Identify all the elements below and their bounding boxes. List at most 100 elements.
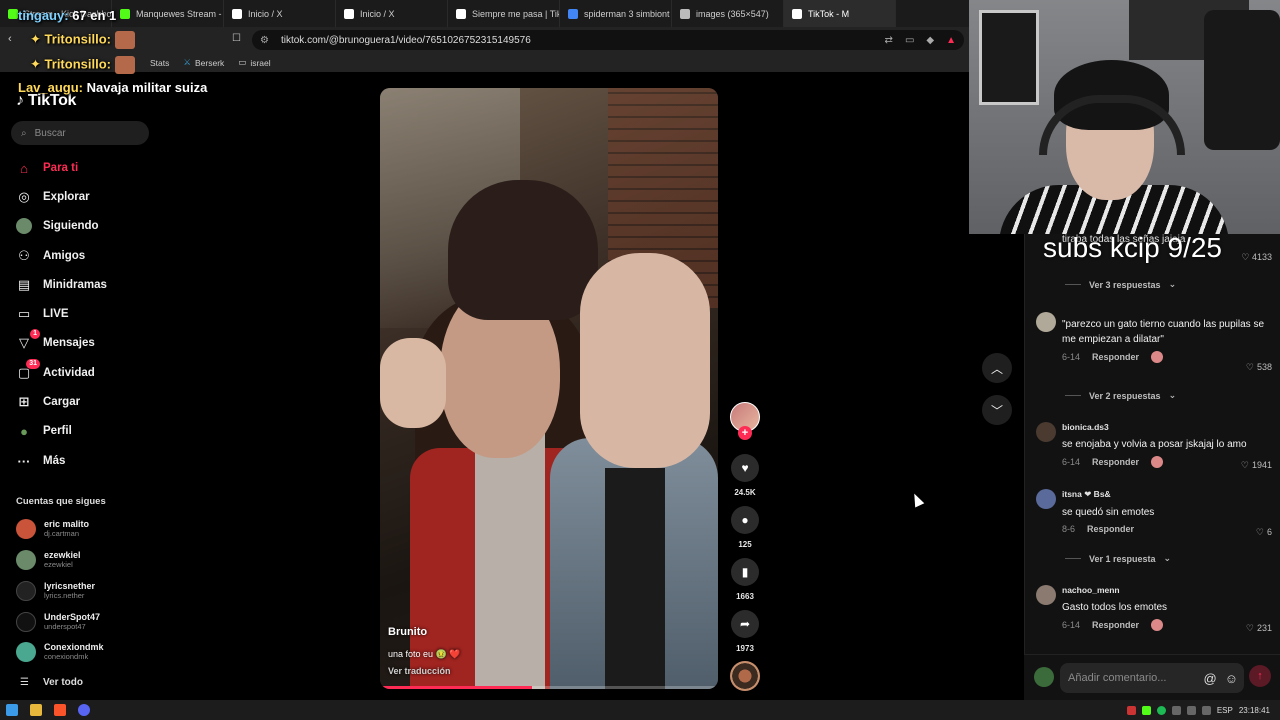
nav-para-ti[interactable]: ⌂ Para ti: [16, 160, 78, 176]
mention-icon[interactable]: @: [1204, 671, 1217, 686]
avatar[interactable]: [1036, 489, 1056, 509]
comment-text: se quedó sin emotes: [1062, 507, 1155, 518]
windows-start-icon[interactable]: [6, 704, 18, 716]
avatar[interactable]: [1036, 312, 1056, 332]
video-person2-head: [580, 253, 710, 468]
follow-plus-icon[interactable]: +: [738, 426, 752, 440]
globe-icon: [680, 8, 690, 19]
friends-icon: ⚇: [18, 248, 30, 263]
following-account[interactable]: Conexiondmk conexiondmk: [16, 642, 104, 662]
browser-tab[interactable]: spiderman 3 simbiont: [560, 0, 672, 27]
spotify-icon[interactable]: [1156, 705, 1166, 715]
tiktok-logo-icon: [792, 8, 802, 19]
nav-minidramas[interactable]: ▤ Minidramas: [16, 277, 107, 293]
previous-video-button[interactable]: ︿: [982, 353, 1012, 383]
nav-explorar[interactable]: ◎ Explorar: [16, 189, 89, 205]
bookmark-folder-israel[interactable]: ▭ israel: [238, 57, 270, 68]
discord-icon[interactable]: [78, 704, 90, 716]
send-comment-button[interactable]: ↑: [1249, 665, 1271, 687]
webcam-feed: [969, 0, 1280, 234]
share-icon: ➦: [739, 617, 751, 631]
avatar[interactable]: [1036, 422, 1056, 442]
bookmark-stats[interactable]: Stats: [150, 58, 169, 68]
view-replies-button[interactable]: Ver 1 respuesta ⌄: [1065, 553, 1171, 564]
comment-input[interactable]: Añadir comentario... @ ☺: [1060, 663, 1244, 693]
reply-button[interactable]: Responder: [1087, 524, 1134, 534]
cast-icon[interactable]: ▭: [905, 35, 914, 46]
comment-user[interactable]: nachoo_menn: [1062, 585, 1272, 595]
translate-icon[interactable]: ⇄: [885, 35, 893, 46]
see-all-following[interactable]: ☰ Ver todo: [20, 677, 83, 688]
nav-amigos[interactable]: ⚇ Amigos: [16, 248, 85, 264]
tray-icon[interactable]: [1141, 705, 1151, 715]
bookmark-berserk[interactable]: ⚔ Berserk: [183, 57, 224, 68]
reply-button[interactable]: Responder: [1092, 620, 1139, 630]
avatar[interactable]: [1036, 585, 1056, 605]
comment-like[interactable]: ♡ 538: [1246, 362, 1272, 373]
video-progress-bar[interactable]: [380, 686, 718, 689]
browser-tab[interactable]: images (365×547): [672, 0, 784, 27]
comment-like[interactable]: ♡ 1941: [1241, 460, 1272, 471]
reply-button[interactable]: Responder: [1092, 352, 1139, 362]
share-button[interactable]: ➦: [731, 610, 759, 638]
comment-count: 125: [738, 540, 752, 549]
comment-like[interactable]: ♡ 4133: [1241, 252, 1272, 263]
browser-tab[interactable]: Inicio / X: [224, 0, 336, 27]
nav-cargar[interactable]: ⊞ Cargar: [16, 394, 81, 410]
comment-user[interactable]: bionica.ds3: [1062, 422, 1272, 432]
translate-link[interactable]: Ver traducción: [388, 666, 451, 676]
comment-user[interactable]: itsna ❤ Bs&: [1062, 489, 1272, 500]
following-account[interactable]: eric malito dj.cartman: [16, 519, 89, 539]
following-account[interactable]: UnderSpot47 underspot47: [16, 612, 100, 632]
tray-icon[interactable]: [1171, 705, 1181, 715]
comment-button[interactable]: ●: [731, 506, 759, 534]
avatar: [16, 612, 36, 632]
view-replies-button[interactable]: Ver 2 respuestas ⌄: [1065, 390, 1176, 401]
url-field[interactable]: ⚙ tiktok.com/@brunoguera1/video/76510267…: [252, 30, 964, 50]
tray-icon[interactable]: [1126, 705, 1136, 715]
save-button[interactable]: ▮: [731, 558, 759, 586]
comment-like[interactable]: ♡ 6: [1256, 527, 1272, 538]
next-video-button[interactable]: ﹀: [982, 395, 1012, 425]
brave-browser-icon[interactable]: [54, 704, 66, 716]
video-player[interactable]: Brunito una foto eu 🤢 ❤️ Ver traducción: [380, 88, 718, 689]
back-icon[interactable]: ‹: [8, 33, 12, 45]
divider: [1065, 284, 1081, 285]
google-logo-icon: [568, 8, 578, 19]
browser-tab[interactable]: Manquewes Stream -: [112, 0, 224, 27]
following-account[interactable]: lyricsnether lyrics.nether: [16, 581, 95, 601]
view-replies-button[interactable]: Ver 3 respuestas ⌄: [1065, 279, 1176, 290]
comment-like[interactable]: ♡ 231: [1246, 623, 1272, 634]
comment-item: bionica.ds3 se enojaba y volvia a posar …: [1036, 422, 1272, 471]
music-disc-icon[interactable]: [730, 661, 760, 691]
emoji-icon[interactable]: ☺: [1225, 671, 1238, 686]
reply-button[interactable]: Responder: [1092, 457, 1139, 467]
nav-perfil[interactable]: ● Perfil: [16, 423, 72, 439]
nav-live[interactable]: ▭ LIVE: [16, 306, 69, 322]
site-settings-icon[interactable]: ⚙: [260, 35, 269, 46]
live-icon: ▭: [17, 306, 31, 321]
volume-icon[interactable]: [1201, 705, 1211, 715]
nav-mensajes[interactable]: ▽ 1 Mensajes: [16, 329, 95, 351]
bookmark-icon: ▮: [741, 565, 749, 579]
browser-tab[interactable]: Inicio / X: [336, 0, 448, 27]
nav-mas[interactable]: ··· Más: [16, 453, 66, 469]
keyboard-language[interactable]: ESP: [1217, 706, 1233, 715]
like-button[interactable]: ♥: [731, 454, 759, 482]
nav-actividad[interactable]: ▢ 31 Actividad: [16, 359, 95, 381]
following-account[interactable]: ezewkiel ezewkiel: [16, 550, 81, 570]
rewards-icon[interactable]: ▲: [946, 35, 956, 46]
file-explorer-icon[interactable]: [30, 704, 42, 716]
tray-icon[interactable]: [1186, 705, 1196, 715]
clock[interactable]: 23:18:41: [1239, 706, 1270, 715]
browser-tab-active[interactable]: TikTok - M: [784, 0, 896, 27]
nav-siguiendo[interactable]: Siguiendo: [16, 218, 99, 234]
bookmark-icon[interactable]: ☐: [232, 33, 241, 44]
brave-shield-icon[interactable]: ◆: [926, 35, 934, 46]
browser-tab[interactable]: Siempre me pasa | Tik: [448, 0, 560, 27]
browser-tab[interactable]: Stream - Kick Dashbo: [0, 0, 112, 27]
search-input[interactable]: ⌕ Buscar: [11, 121, 149, 145]
tiktok-logo[interactable]: ♪ TikTok: [16, 92, 76, 110]
windows-taskbar: ESP 23:18:41: [0, 700, 1280, 720]
video-author[interactable]: Brunito: [388, 626, 427, 638]
